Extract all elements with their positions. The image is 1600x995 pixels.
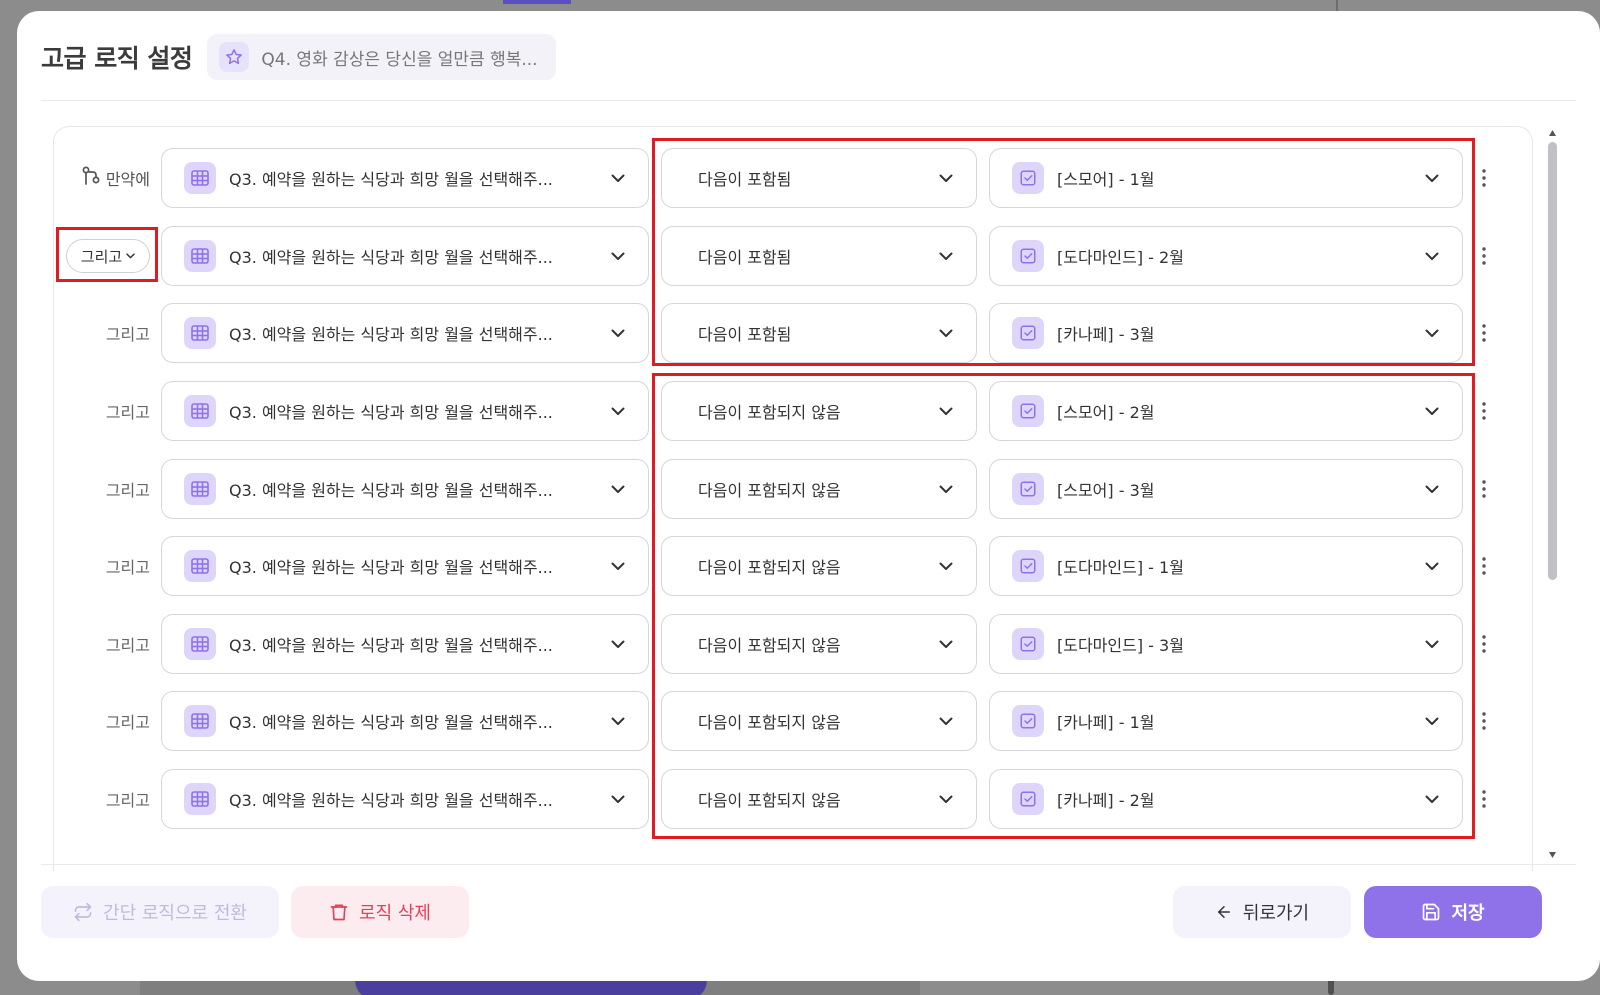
- and-label: 그리고: [105, 636, 150, 655]
- save-icon: [1423, 903, 1440, 921]
- more-options-icon[interactable]: [1472, 162, 1496, 194]
- question-select-value: Q3. 예약을 원하는 식당과 희망 월을 선택해주...: [229, 248, 553, 267]
- scroll-up-arrow-icon[interactable]: [1548, 128, 1557, 138]
- delete-label: 로직 삭제: [359, 903, 431, 924]
- question-select[interactable]: Q3. 예약을 원하는 식당과 희망 월을 선택해주...: [161, 226, 649, 286]
- grid-icon: [184, 550, 216, 582]
- more-options-icon[interactable]: [1472, 473, 1496, 505]
- chevron-down-icon: [598, 407, 638, 416]
- grid-icon: [184, 783, 216, 815]
- back-button[interactable]: 뒤로가기: [1173, 886, 1351, 938]
- connector-area: 만약에: [54, 148, 160, 208]
- question-select-value: Q3. 예약을 원하는 식당과 희망 월을 선택해주...: [229, 170, 553, 189]
- connector-area: 그리고: [54, 459, 160, 519]
- connector-area: 그리고: [54, 381, 160, 441]
- connector-area: 그리고: [54, 769, 160, 829]
- grid-icon: [184, 395, 216, 427]
- grid-icon: [184, 705, 216, 737]
- convert-simple-logic-button[interactable]: 간단 로직으로 전환: [41, 886, 279, 938]
- backdrop-accent: [503, 0, 571, 4]
- question-select[interactable]: Q3. 예약을 원하는 식당과 희망 월을 선택해주...: [161, 769, 649, 829]
- scroll-down-arrow-icon[interactable]: [1548, 850, 1557, 860]
- and-label: 그리고: [105, 791, 150, 810]
- question-select[interactable]: Q3. 예약을 원하는 식당과 희망 월을 선택해주...: [161, 691, 649, 751]
- target-question-chip: Q4. 영화 감상은 당신을 얼만큼 행복...: [207, 34, 556, 80]
- and-label: 그리고: [105, 481, 150, 500]
- delete-logic-button[interactable]: 로직 삭제: [291, 886, 469, 938]
- more-options-icon[interactable]: [1472, 783, 1496, 815]
- save-button[interactable]: 저장: [1364, 886, 1542, 938]
- question-select-value: Q3. 예약을 원하는 식당과 희망 월을 선택해주...: [229, 791, 553, 810]
- question-select[interactable]: Q3. 예약을 원하는 식당과 희망 월을 선택해주...: [161, 459, 649, 519]
- grid-icon: [184, 240, 216, 272]
- more-options-icon[interactable]: [1472, 628, 1496, 660]
- more-options-icon[interactable]: [1472, 705, 1496, 737]
- modal-title: 고급 로직 설정: [41, 44, 193, 73]
- advanced-logic-modal: 고급 로직 설정 Q4. 영화 감상은 당신을 얼만큼 행복... 만약에 Q3.…: [17, 11, 1600, 981]
- grid-icon: [184, 162, 216, 194]
- connector-area: 그리고: [54, 536, 160, 596]
- target-question-text: Q4. 영화 감상은 당신을 얼만큼 행복...: [261, 49, 538, 70]
- if-label: 만약에: [82, 166, 150, 190]
- connector-area: 그리고: [54, 691, 160, 751]
- chevron-down-icon: [598, 795, 638, 804]
- star-icon: [219, 42, 250, 72]
- highlight-box-not-included: [652, 373, 1475, 839]
- question-select[interactable]: Q3. 예약을 원하는 식당과 희망 월을 선택해주...: [161, 303, 649, 363]
- chevron-down-icon: [598, 562, 638, 571]
- question-select-value: Q3. 예약을 원하는 식당과 희망 월을 선택해주...: [229, 325, 553, 344]
- back-label: 뒤로가기: [1242, 903, 1310, 924]
- arrow-left-icon: [1217, 906, 1230, 918]
- and-label: 그리고: [105, 558, 150, 577]
- more-options-icon[interactable]: [1472, 240, 1496, 272]
- and-label: 그리고: [105, 403, 150, 422]
- question-select-value: Q3. 예약을 원하는 식당과 희망 월을 선택해주...: [229, 481, 553, 500]
- question-select-value: Q3. 예약을 원하는 식당과 희망 월을 선택해주...: [229, 403, 553, 422]
- header-divider: [41, 100, 1576, 101]
- question-select-value: Q3. 예약을 원하는 식당과 희망 월을 선택해주...: [229, 713, 553, 732]
- grid-icon: [184, 628, 216, 660]
- trash-icon: [330, 904, 348, 921]
- connector-area: 그리고: [54, 614, 160, 674]
- chevron-down-icon: [598, 252, 638, 261]
- grid-icon: [184, 317, 216, 349]
- question-select[interactable]: Q3. 예약을 원하는 식당과 희망 월을 선택해주...: [161, 536, 649, 596]
- grid-icon: [184, 473, 216, 505]
- question-select[interactable]: Q3. 예약을 원하는 식당과 희망 월을 선택해주...: [161, 148, 649, 208]
- if-text: 만약에: [105, 170, 150, 189]
- and-label: 그리고: [105, 325, 150, 344]
- highlight-box-included: [652, 138, 1475, 366]
- convert-label: 간단 로직으로 전환: [103, 903, 247, 924]
- chevron-down-icon: [598, 485, 638, 494]
- question-select[interactable]: Q3. 예약을 원하는 식당과 희망 월을 선택해주...: [161, 381, 649, 441]
- swap-icon: [74, 902, 92, 922]
- question-select-value: Q3. 예약을 원하는 식당과 희망 월을 선택해주...: [229, 636, 553, 655]
- modal-header: 고급 로직 설정 Q4. 영화 감상은 당신을 얼만큼 행복...: [41, 33, 1576, 81]
- footer-divider: [41, 864, 1576, 865]
- and-label: 그리고: [105, 713, 150, 732]
- more-options-icon[interactable]: [1472, 317, 1496, 349]
- more-options-icon[interactable]: [1472, 395, 1496, 427]
- connector-area: 그리고: [54, 303, 160, 363]
- chevron-down-icon: [598, 174, 638, 183]
- save-label: 저장: [1451, 903, 1485, 924]
- branch-icon: [82, 166, 100, 190]
- scrollbar[interactable]: [1548, 128, 1557, 863]
- scrollbar-thumb[interactable]: [1548, 142, 1557, 580]
- question-select-value: Q3. 예약을 원하는 식당과 희망 월을 선택해주...: [229, 558, 553, 577]
- chevron-down-icon: [598, 329, 638, 338]
- highlight-box-connector: [56, 227, 158, 282]
- chevron-down-icon: [598, 640, 638, 649]
- more-options-icon[interactable]: [1472, 550, 1496, 582]
- chevron-down-icon: [598, 717, 638, 726]
- question-select[interactable]: Q3. 예약을 원하는 식당과 희망 월을 선택해주...: [161, 614, 649, 674]
